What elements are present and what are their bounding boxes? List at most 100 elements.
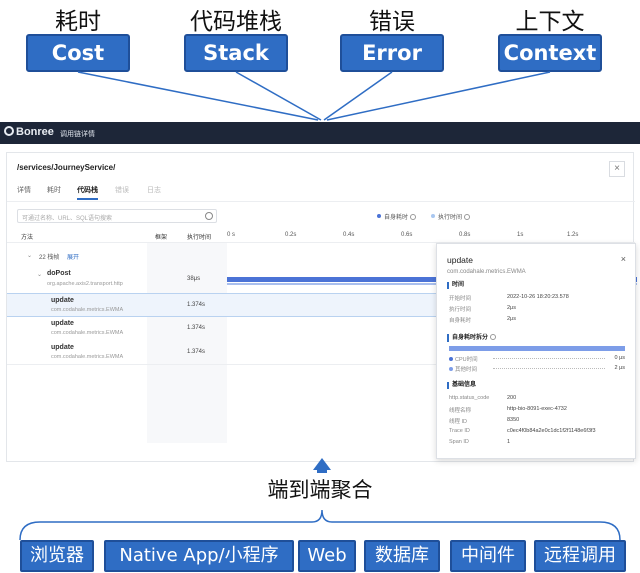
- tab-details[interactable]: 详情: [17, 185, 31, 195]
- legend-key: 其他时间: [455, 367, 478, 373]
- detail-value: 2μs: [507, 305, 516, 311]
- detail-row: 执行时间 2μs: [449, 305, 516, 313]
- table-row[interactable]: update com.codahale.metrics.EWMA 1.374s: [7, 341, 437, 365]
- up-arrow-stem: [317, 469, 327, 473]
- table-header: 方法 框架 执行时间 0 s 0.2s 0.4s 0.6s 0.8s 1s 1.…: [7, 229, 635, 243]
- browser-box: 浏览器: [20, 540, 94, 572]
- row-class: org.apache.axis2.transport.http: [47, 281, 123, 287]
- detail-value: http-bio-8091-exec-4732: [507, 406, 567, 412]
- self-legend-row: 其他时间 2 μs: [449, 365, 625, 373]
- logo-text: Bonree: [16, 126, 54, 138]
- app-logo: Bonree: [4, 126, 54, 138]
- info-icon: [489, 334, 496, 340]
- self-time-bar: [449, 346, 625, 351]
- legend-dot-icon: [449, 357, 453, 361]
- expand-link[interactable]: 展开: [67, 252, 79, 261]
- info-icon: [410, 214, 417, 220]
- detail-key: 自身耗时: [449, 318, 472, 324]
- detail-value: 2022-10-26 18:20:23.578: [507, 294, 569, 300]
- detail-key: Span ID: [449, 439, 469, 445]
- close-button[interactable]: ×: [609, 161, 625, 177]
- detail-row: http.status_code 200: [449, 395, 516, 401]
- legend-value: 2 μs: [614, 365, 625, 371]
- tick-label: 0.8s: [459, 232, 471, 238]
- tick-label: 0.2s: [285, 232, 297, 238]
- col-method: 方法: [21, 235, 34, 241]
- native-app-box: Native App/小程序: [104, 540, 294, 572]
- rpc-box: 远程调用: [534, 540, 626, 572]
- section-self-time: 自身耗时拆分: [447, 334, 496, 342]
- legend-dot-icon: [449, 367, 453, 371]
- row-class: com.codahale.metrics.EWMA: [51, 330, 124, 336]
- tab-cost[interactable]: 耗时: [47, 185, 61, 195]
- tick-label: 0.6s: [401, 232, 413, 238]
- stack-group-row[interactable]: ⌄ 22 栈帧 展开: [7, 247, 437, 263]
- section-self-label: 自身耗时拆分: [452, 335, 489, 341]
- legend-key: CPU时间: [455, 357, 478, 363]
- connector-context: [326, 71, 551, 121]
- detail-row: Span ID 1: [449, 439, 510, 445]
- detail-key: 线程 ID: [449, 419, 468, 425]
- detail-key: 线程名称: [449, 408, 472, 414]
- legend-value: 0 μs: [614, 355, 625, 361]
- row-duration: 38μs: [187, 276, 201, 282]
- detail-value: 8350: [507, 417, 520, 423]
- section-basic: 基础信息: [447, 382, 476, 389]
- tab-divider: [7, 201, 635, 202]
- col-duration: 执行时间: [187, 235, 212, 241]
- detail-value: 2μs: [507, 316, 516, 322]
- legend-exec-time: 执行时间: [431, 212, 471, 221]
- connector-cost: [77, 71, 319, 121]
- legend-dot-icon: [377, 214, 381, 218]
- detail-value: 200: [507, 395, 517, 401]
- search-input[interactable]: 可通过名称、URL、SQL语句搜索: [17, 209, 217, 223]
- row-duration: 1.374s: [187, 325, 206, 331]
- row-method: doPost: [47, 270, 71, 277]
- info-icon: [464, 214, 471, 220]
- detail-value: 1: [507, 439, 511, 445]
- search-placeholder: 可通过名称、URL、SQL语句搜索: [22, 216, 113, 222]
- database-box: 数据库: [364, 540, 440, 572]
- detail-key: http.status_code: [449, 395, 490, 401]
- detail-key: 开始时间: [449, 296, 472, 302]
- tab-log[interactable]: 日志: [147, 185, 161, 195]
- tab-stack[interactable]: 代码栈: [77, 185, 98, 200]
- detail-row: 线程 ID 8350: [449, 417, 519, 425]
- row-duration: 1.374s: [187, 349, 206, 355]
- self-legend-row: CPU时间 0 μs: [449, 355, 625, 363]
- detail-row: Trace ID c0ec4f0b84a2e0c1dc1f2f1148e6f3f3: [449, 428, 596, 434]
- table-row[interactable]: update com.codahale.metrics.EWMA 1.374s: [7, 293, 437, 317]
- chevron-down-icon[interactable]: ⌄: [27, 252, 32, 259]
- tick-label: 0 s: [227, 232, 236, 238]
- tick-label: 1s: [517, 232, 524, 238]
- app-header: Bonree 调用链详情: [0, 122, 640, 144]
- middleware-box: 中间件: [450, 540, 526, 572]
- brace-path: [19, 509, 621, 541]
- legend-exec-label: 执行时间: [438, 215, 463, 221]
- section-time: 时间: [447, 282, 464, 289]
- popup-title: update: [447, 255, 473, 265]
- dotted-leader: [493, 358, 605, 359]
- end-to-end-title: 端到端聚合: [267, 478, 373, 502]
- detail-key: Trace ID: [449, 428, 470, 434]
- row-method: update: [51, 297, 74, 304]
- dotted-leader: [493, 368, 605, 369]
- legend-dot-icon: [431, 214, 435, 218]
- app-title: 调用链详情: [60, 131, 95, 138]
- row-method: update: [51, 344, 74, 351]
- detail-row: 线程名称 http-bio-8091-exec-4732: [449, 406, 567, 414]
- detail-key: 执行时间: [449, 307, 472, 313]
- detail-row: 开始时间 2022-10-26 18:20:23.578: [449, 294, 569, 302]
- tab-error[interactable]: 错误: [115, 185, 129, 195]
- row-class: com.codahale.metrics.EWMA: [51, 354, 124, 360]
- row-method: update: [51, 320, 74, 327]
- service-path: /services/JourneyService/: [17, 163, 116, 172]
- chevron-down-icon[interactable]: ⌄: [37, 271, 42, 278]
- table-row[interactable]: update com.codahale.metrics.EWMA 1.374s: [7, 317, 437, 341]
- close-icon[interactable]: ×: [621, 254, 626, 264]
- legend-self-time: 自身耗时: [377, 212, 417, 221]
- span-detail-popup: update com.codahale.metrics.EWMA × 时间 开始…: [436, 243, 636, 459]
- legend-self-label: 自身耗时: [384, 215, 409, 221]
- search-icon[interactable]: [205, 212, 213, 220]
- connector-lines: [77, 71, 551, 121]
